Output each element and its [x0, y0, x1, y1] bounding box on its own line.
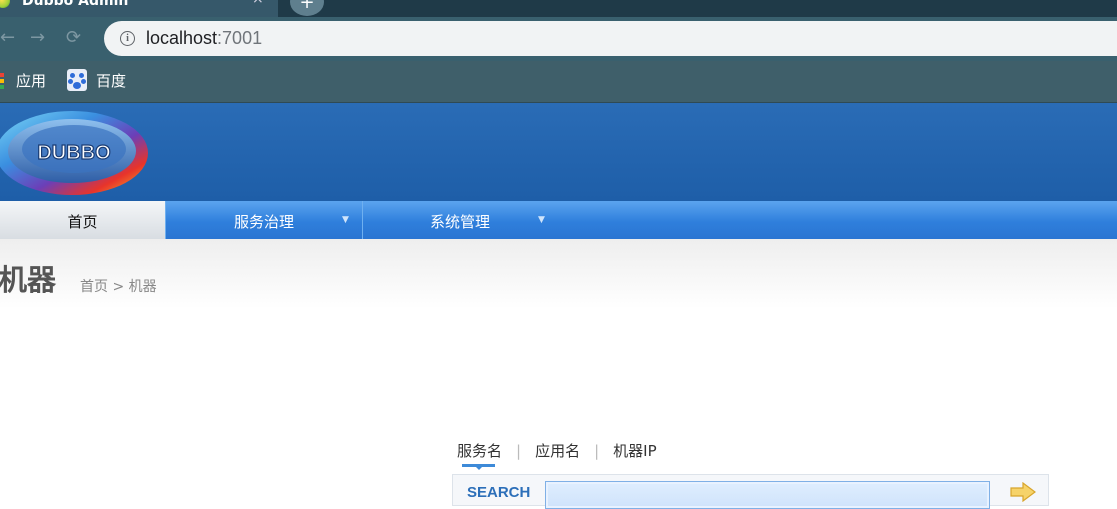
search-box: SEARCH	[452, 474, 1049, 509]
chevron-down-icon: ▼	[342, 215, 349, 225]
url-host: localhost	[146, 28, 218, 48]
breadcrumb: 首页 > 机器	[80, 279, 157, 295]
search-tab-service[interactable]: 服务名	[457, 442, 502, 460]
tab-close-icon[interactable]: ×	[252, 0, 264, 6]
forward-button[interactable]: →	[30, 25, 45, 51]
site-info-icon[interactable]: i	[120, 31, 135, 46]
menu-home[interactable]: 首页	[0, 201, 165, 239]
header-banner: DUBBO	[0, 103, 1117, 201]
back-button[interactable]: ←	[0, 25, 15, 51]
arrow-right-icon[interactable]	[1010, 482, 1036, 502]
browser-toolbar: ← → ⟳ i localhost:7001	[0, 17, 1117, 61]
menu-system-management-label: 系统管理	[430, 213, 491, 231]
menu-service-governance-label: 服务治理	[234, 213, 295, 231]
search-label: SEARCH	[467, 484, 531, 501]
main-menu: 首页 服务治理 ▼ 系统管理 ▼	[0, 201, 1117, 239]
bookmark-apps[interactable]: 应用	[16, 72, 46, 90]
address-url[interactable]: localhost:7001	[146, 28, 262, 48]
bookmark-baidu[interactable]: 百度	[96, 72, 126, 90]
content-header-bg	[0, 239, 1117, 309]
bookmarks-bar: 应用 百度	[0, 61, 1117, 103]
baidu-icon[interactable]	[67, 69, 87, 91]
apps-icon[interactable]	[0, 73, 4, 89]
chevron-down-icon: ▼	[538, 215, 545, 225]
tab-separator: |	[594, 442, 600, 460]
address-bar[interactable]: i localhost:7001	[104, 21, 1117, 56]
search-tab-machine-ip[interactable]: 机器IP	[613, 442, 656, 460]
tab-strip: Dubbo Admin × +	[0, 0, 1117, 17]
dubbo-logo[interactable]: DUBBO	[0, 107, 150, 199]
url-port: :7001	[217, 28, 263, 48]
reload-button[interactable]: ⟳	[66, 25, 81, 51]
search-input[interactable]	[545, 481, 990, 509]
tab-separator: |	[516, 442, 522, 460]
active-tab-arrow-icon	[475, 466, 483, 470]
search-type-tabs: 服务名 | 应用名 | 机器IP	[457, 442, 657, 460]
new-tab-button[interactable]: +	[290, 0, 324, 16]
menu-system-management[interactable]: 系统管理 ▼	[362, 201, 559, 239]
page-title: 机器	[0, 263, 57, 297]
logo-text: DUBBO	[37, 142, 110, 164]
dubbo-favicon-icon	[0, 0, 10, 8]
menu-service-governance[interactable]: 服务治理 ▼	[165, 201, 362, 239]
tab-title: Dubbo Admin	[22, 0, 129, 9]
search-tab-application[interactable]: 应用名	[535, 442, 580, 460]
browser-tab[interactable]: Dubbo Admin ×	[0, 0, 278, 17]
